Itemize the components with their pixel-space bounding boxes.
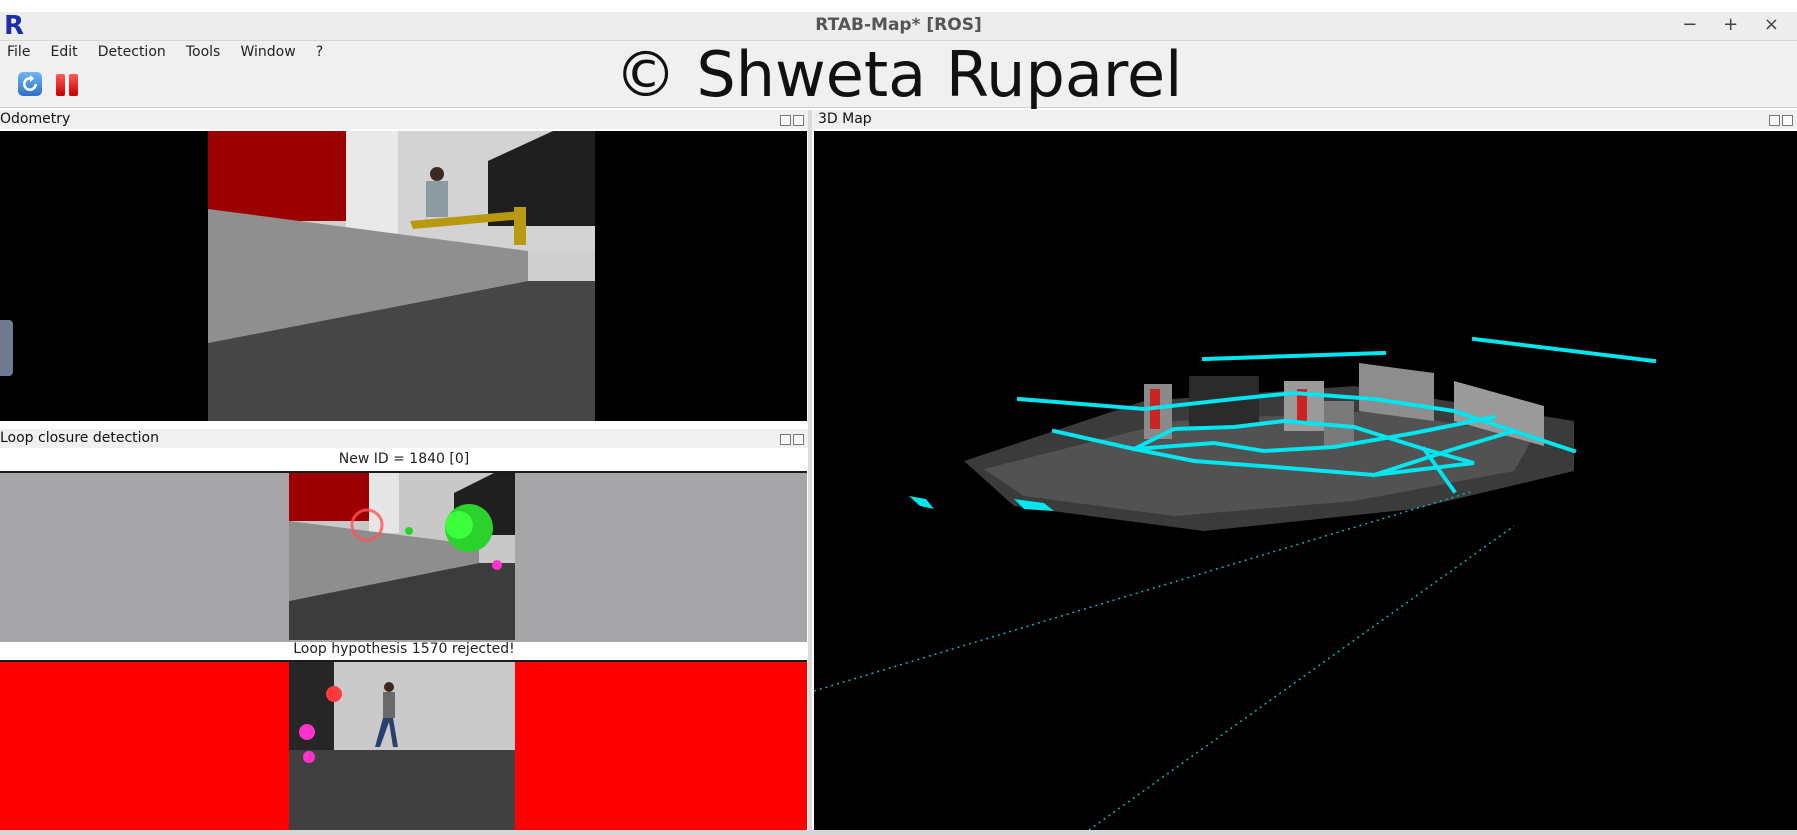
float-icon[interactable] xyxy=(780,115,791,126)
map3d-panel-header: 3D Map xyxy=(812,110,1797,129)
map3d-viewport[interactable] xyxy=(814,131,1797,830)
menu-file[interactable]: File xyxy=(0,41,38,63)
odometry-camera-image xyxy=(208,131,595,421)
close-icon[interactable] xyxy=(793,115,804,126)
float-icon[interactable] xyxy=(1769,115,1780,126)
window-title: RTAB-Map* [ROS] xyxy=(815,15,982,35)
loop-closure-panel-title: Loop closure detection xyxy=(0,430,159,446)
pause-icon[interactable] xyxy=(56,74,80,96)
menu-detection[interactable]: Detection xyxy=(91,41,174,63)
odometry-panel-title: Odometry xyxy=(0,111,71,127)
loop-closure-panel-header: Loop closure detection xyxy=(0,429,808,448)
new-id-label: New ID = 1840 [0] xyxy=(338,451,470,467)
close-button[interactable]: × xyxy=(1764,14,1789,35)
loop-image xyxy=(289,662,515,830)
window-controls: − + × xyxy=(1682,14,1789,35)
new-image xyxy=(289,473,515,640)
map3d-panel-title: 3D Map xyxy=(818,111,872,127)
panel-splitter[interactable] xyxy=(808,110,812,835)
menu-edit[interactable]: Edit xyxy=(44,41,86,63)
menu-help[interactable]: ? xyxy=(309,41,331,63)
loop-hypothesis-label: Loop hypothesis 1570 rejected! xyxy=(293,641,515,657)
menu-window[interactable]: Window xyxy=(233,41,303,63)
toolbar xyxy=(0,63,1797,108)
close-icon[interactable] xyxy=(1782,115,1793,126)
close-icon[interactable] xyxy=(793,434,804,445)
taskbar xyxy=(0,830,1797,835)
float-icon[interactable] xyxy=(780,434,791,445)
menu-bar: File Edit Detection Tools Window ? xyxy=(0,41,1797,63)
odometry-panel-header: Odometry xyxy=(0,110,808,129)
menu-tools[interactable]: Tools xyxy=(179,41,229,63)
maximize-button[interactable]: + xyxy=(1723,14,1748,35)
side-panel-handle[interactable] xyxy=(0,320,13,376)
minimize-button[interactable]: − xyxy=(1682,14,1707,35)
refresh-icon[interactable] xyxy=(18,72,42,96)
